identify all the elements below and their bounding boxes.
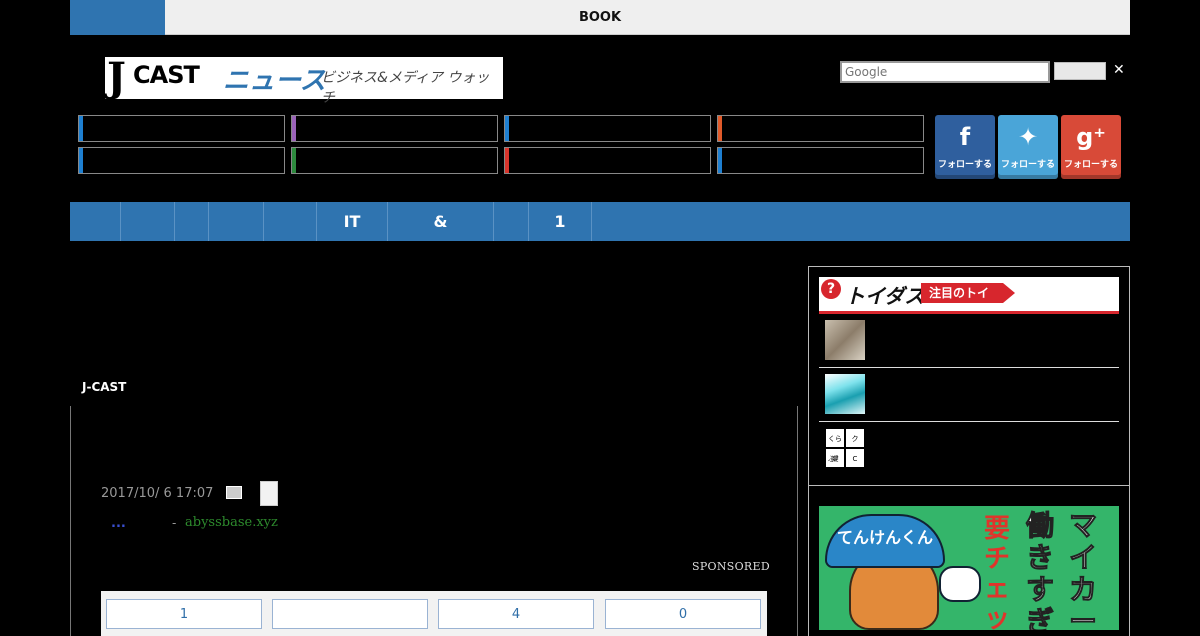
logo-cast: CAST	[133, 61, 200, 89]
nav-item-it[interactable]: IT	[317, 202, 388, 241]
category-box-6[interactable]	[291, 147, 498, 174]
category-color-bar	[79, 116, 83, 141]
toigus-header[interactable]: ? トイダス 注目のトイ	[819, 277, 1119, 314]
category-color-bar	[718, 116, 722, 141]
twitter-icon: ✦	[1017, 123, 1039, 151]
ad-banner[interactable]: てんけんくん 要チェッ 働きすぎ マイカー	[819, 506, 1119, 630]
category-color-bar	[79, 148, 83, 173]
nav-item-4[interactable]	[209, 202, 264, 241]
print-icon[interactable]	[226, 486, 242, 499]
mascot-hand	[939, 566, 981, 602]
share-count-2[interactable]	[272, 599, 428, 629]
sidebar-list-item[interactable]	[819, 314, 1119, 368]
question-mark-icon: ?	[821, 279, 841, 299]
bookmark-button[interactable]	[260, 481, 278, 506]
section-label: J-CAST	[82, 380, 127, 394]
thumb-text: C	[845, 448, 865, 468]
nav-item-9[interactable]: 1	[529, 202, 592, 241]
ad-title[interactable]: ...	[111, 516, 126, 531]
nav-item-8[interactable]	[494, 202, 529, 241]
nav-item-and[interactable]: &	[388, 202, 494, 241]
category-color-bar	[718, 148, 722, 173]
main-nav: IT & 1	[70, 202, 1130, 241]
thumb-text: 楽部？	[825, 448, 845, 483]
ad-domain-link[interactable]: abyssbase.xyz	[185, 515, 278, 530]
close-icon[interactable]: ✕	[1113, 62, 1125, 78]
category-box-8[interactable]	[717, 147, 924, 174]
follow-label: フォローする	[1000, 160, 1055, 170]
logo-mark: J	[107, 54, 126, 101]
category-color-bar	[292, 148, 296, 173]
category-box-7[interactable]	[504, 147, 711, 174]
category-color-bar	[505, 148, 509, 173]
logo-news: ニュース	[223, 66, 326, 96]
nav-item-1[interactable]	[70, 202, 121, 241]
thumbnail-image: くらぶ？ ク 楽部？ C	[825, 428, 865, 483]
share-count-4[interactable]: 0	[605, 599, 761, 629]
category-box-4[interactable]	[717, 115, 924, 142]
sidebar-list-item[interactable]: くらぶ？ ク 楽部？ C	[819, 422, 1119, 483]
category-box-5[interactable]	[78, 147, 285, 174]
search-input[interactable]	[840, 61, 1050, 83]
category-color-bar	[292, 116, 296, 141]
mascot-cap: てんけんくん	[825, 514, 945, 568]
follow-label: フォローする	[937, 160, 992, 170]
share-count-3[interactable]: 4	[438, 599, 594, 629]
category-box-2[interactable]	[291, 115, 498, 142]
nav-item-3[interactable]	[175, 202, 209, 241]
sidebar-list-item[interactable]	[819, 368, 1119, 422]
sponsored-label: SPONSORED	[692, 560, 770, 573]
nav-item-2[interactable]	[121, 202, 175, 241]
thumbnail-image	[825, 320, 865, 360]
follow-label: フォローする	[1063, 160, 1118, 170]
toigus-tag: 注目のトイ	[921, 283, 1003, 303]
banner-text-red: 要チェッ	[984, 514, 1011, 630]
thumbnail-image	[825, 374, 865, 414]
banner-text-3: マイカー	[1069, 509, 1098, 630]
googleplus-icon: g⁺	[1076, 123, 1106, 151]
thumb-text: くらぶ？	[825, 428, 845, 463]
category-box-1[interactable]	[78, 115, 285, 142]
site-logo[interactable]: J CAST ニュース ビジネス&メディア ウォッチ	[105, 54, 503, 106]
thumb-text: ク	[845, 428, 865, 448]
banner-text-2: 働きすぎ	[1026, 509, 1055, 630]
logo-tagline: ビジネス&メディア ウォッチ	[321, 70, 490, 106]
ad-separator: -	[172, 516, 177, 530]
top-bar: BOOK	[70, 0, 1130, 35]
facebook-icon: f	[959, 123, 971, 151]
share-count-1[interactable]: 1	[106, 599, 262, 629]
twitter-follow-button[interactable]: ✦ フォローする	[998, 115, 1058, 179]
tag-arrow-icon	[1003, 283, 1015, 303]
googleplus-follow-button[interactable]: g⁺ フォローする	[1061, 115, 1121, 179]
facebook-follow-button[interactable]: f フォローする	[935, 115, 995, 179]
top-bar-label[interactable]: BOOK	[70, 0, 1130, 35]
article-date: 2017/10/ 6 17:07	[101, 486, 214, 501]
toigus-logo: トイダス	[845, 284, 925, 308]
category-box-3[interactable]	[504, 115, 711, 142]
nav-item-5[interactable]	[264, 202, 317, 241]
share-bar: 1 4 0	[101, 591, 767, 636]
search-button[interactable]	[1054, 62, 1106, 80]
category-color-bar	[505, 116, 509, 141]
